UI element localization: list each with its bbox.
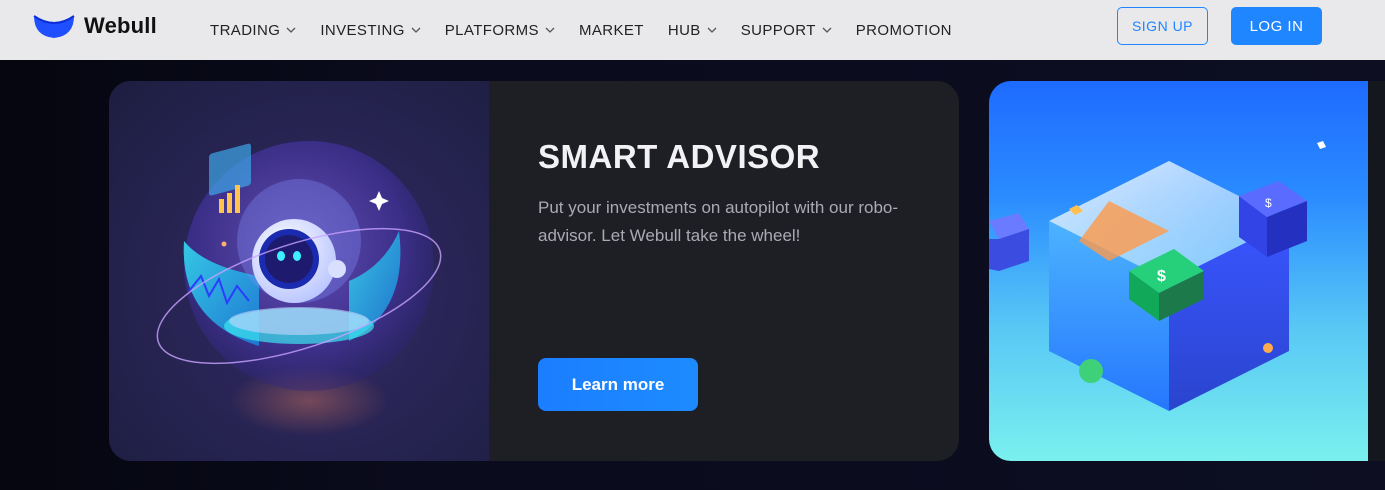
- nav-item-investing[interactable]: INVESTING: [320, 21, 421, 39]
- card-content: SMART ADVISOR Put your investments on au…: [538, 81, 938, 461]
- learn-more-button[interactable]: Learn more: [538, 358, 698, 411]
- nav-item-label: PLATFORMS: [444, 21, 539, 39]
- webull-logo[interactable]: Webull: [32, 12, 157, 40]
- nav-item-trading[interactable]: TRADING: [210, 22, 296, 39]
- chevron-down-icon: [411, 27, 421, 33]
- robot-advisor-icon: [156, 141, 442, 436]
- nav-item-label: PROMOTION: [855, 21, 952, 39]
- log-in-button[interactable]: LOG IN: [1231, 7, 1322, 45]
- nav-item-label: SUPPORT: [740, 21, 816, 39]
- main-nav: TRADING INVESTING PLATFORMS MARKET HUB S…: [210, 0, 976, 60]
- svg-text:$: $: [1157, 268, 1166, 285]
- nav-item-label: MARKET: [578, 21, 644, 39]
- chevron-down-icon: [822, 27, 832, 33]
- next-slide-edge: [1368, 81, 1385, 461]
- chevron-down-icon: [286, 27, 296, 33]
- nav-item-platforms[interactable]: PLATFORMS: [445, 22, 555, 39]
- nav-item-label: INVESTING: [320, 21, 405, 39]
- top-navbar: Webull TRADING INVESTING PLATFORMS MARKE…: [0, 0, 1385, 60]
- nav-item-hub[interactable]: HUB: [668, 22, 717, 39]
- slide-description: Put your investments on autopilot with o…: [538, 198, 899, 245]
- nav-item-market[interactable]: MARKET: [579, 22, 644, 39]
- dollar-cubes-icon: $ $: [989, 141, 1326, 411]
- robot-advisor-illustration: [109, 81, 489, 461]
- nav-item-support[interactable]: SUPPORT: [741, 22, 832, 39]
- brand-name: Webull: [84, 13, 157, 38]
- webull-logo-icon: [33, 15, 75, 38]
- slide-title: SMART ADVISOR: [538, 138, 821, 175]
- nav-item-label: HUB: [667, 21, 701, 39]
- chevron-down-icon: [707, 27, 717, 33]
- chevron-down-icon: [545, 27, 555, 33]
- sign-up-button[interactable]: SIGN UP: [1117, 7, 1208, 45]
- nav-item-label: TRADING: [210, 21, 281, 39]
- svg-text:$: $: [1265, 196, 1272, 210]
- nav-item-promotion[interactable]: PROMOTION: [856, 22, 952, 39]
- next-slide-card[interactable]: $ $: [989, 81, 1369, 461]
- smart-advisor-card: SMART ADVISOR Put your investments on au…: [109, 81, 959, 461]
